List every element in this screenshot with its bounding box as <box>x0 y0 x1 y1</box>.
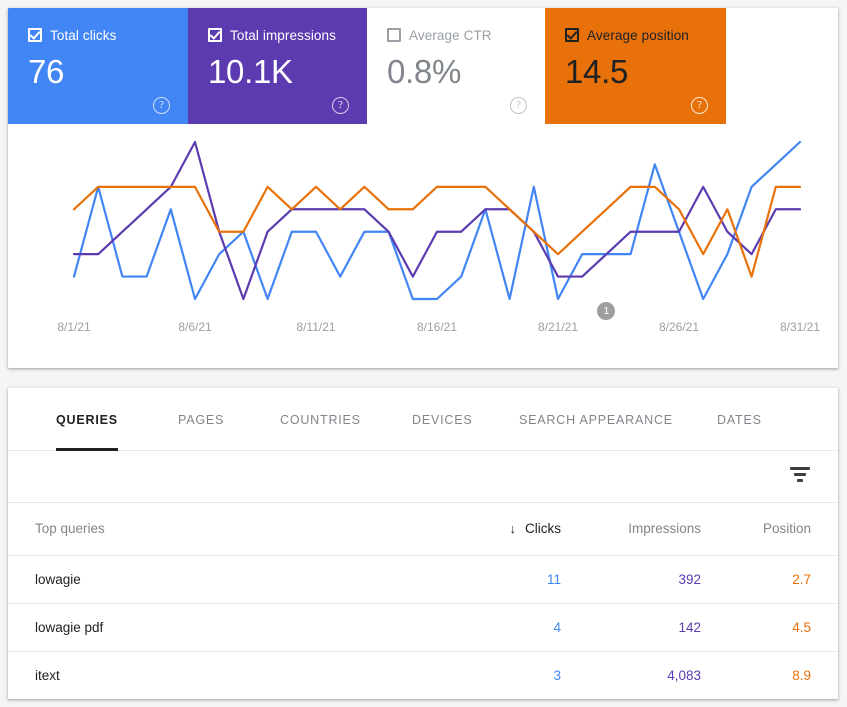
column-header-clicks-label: Clicks <box>525 521 561 537</box>
metric-card-header: Average CTR <box>387 26 529 44</box>
metric-cards-spacer <box>726 8 838 124</box>
filter-icon[interactable] <box>789 467 811 485</box>
cell-impressions: 142 <box>588 603 728 652</box>
metric-label: Total clicks <box>50 27 117 43</box>
filter-row <box>8 451 838 503</box>
metric-value: 14.5 <box>565 53 629 90</box>
help-icon[interactable]: ? <box>153 97 170 114</box>
metric-card-total-clicks[interactable]: Total clicks 76 ? <box>8 8 188 124</box>
x-tick-label: 8/31/21 <box>779 320 821 334</box>
x-tick-label: 8/16/21 <box>416 320 458 334</box>
cell-query: lowagie <box>8 555 428 604</box>
x-tick-label: 8/6/21 <box>178 320 212 334</box>
performance-report-page: Total clicks 76 ? Total impressions 10.1… <box>0 0 847 707</box>
performance-panel: Total clicks 76 ? Total impressions 10.1… <box>8 8 838 368</box>
metrics-table: Top queries ↓ Clicks Impressions Position… <box>8 503 838 699</box>
cell-impressions: 4,083 <box>667 667 701 683</box>
metric-value: 0.8% <box>387 53 462 90</box>
cell-clicks: 3 <box>553 667 561 683</box>
column-header-impressions[interactable]: Impressions <box>588 503 728 556</box>
help-icon[interactable]: ? <box>691 97 708 114</box>
cell-position: 8.9 <box>792 667 811 683</box>
table-header-row: Top queries ↓ Clicks Impressions Position <box>8 503 838 556</box>
x-tick-label: 8/21/21 <box>537 320 579 334</box>
metric-value: 76 <box>28 53 65 90</box>
tab-queries[interactable]: QUERIES <box>56 388 118 451</box>
checkbox-checked-icon[interactable] <box>208 28 222 42</box>
cell-query: lowagie pdf <box>8 603 428 652</box>
metric-cards: Total clicks 76 ? Total impressions 10.1… <box>8 8 838 124</box>
tab-dates[interactable]: DATES <box>717 388 762 451</box>
filter-bar-bottom <box>797 479 803 482</box>
dimension-tabs: QUERIES PAGES COUNTRIES DEVICES SEARCH APPEA… <box>8 388 838 451</box>
column-header-query[interactable]: Top queries <box>8 503 428 556</box>
table-body: lowagie 11 392 2.7 lowagie pdf 4 142 4.5 itext 3 4… <box>8 555 838 699</box>
chart-line-total-impressions <box>72 140 802 301</box>
filter-bar-top <box>790 467 810 470</box>
x-tick-label: 8/11/21 <box>296 320 336 334</box>
tab-devices[interactable]: DEVICES <box>412 388 472 451</box>
metric-card-average-position[interactable]: Average position 14.5 ? <box>545 8 726 124</box>
x-tick-label: 8/1/21 <box>57 320 91 334</box>
tab-search-appearance[interactable]: SEARCH APPEARANCE <box>519 388 673 451</box>
tab-countries[interactable]: COUNTRIES <box>280 388 361 451</box>
help-icon[interactable]: ? <box>510 97 527 114</box>
checkbox-checked-icon[interactable] <box>28 28 42 42</box>
filter-bar-middle <box>794 473 806 476</box>
cell-clicks: 11 <box>428 555 588 604</box>
table-row[interactable]: lowagie 11 392 2.7 <box>8 555 838 604</box>
cell-impressions: 392 <box>588 555 728 604</box>
x-tick-label: 8/26/21 <box>658 320 700 334</box>
metric-label: Total impressions <box>230 27 336 43</box>
performance-chart[interactable]: 8/1/21 8/6/21 8/11/21 8/16/21 8/21/21 8/26/21… <box>8 124 838 368</box>
chart-x-axis-labels: 8/1/21 8/6/21 8/11/21 8/16/21 8/21/21 8/26/21… <box>8 320 838 342</box>
metric-value: 10.1K <box>208 53 293 90</box>
table-head: Top queries ↓ Clicks Impressions Position <box>8 503 838 556</box>
metric-card-total-impressions[interactable]: Total impressions 10.1K ? <box>188 8 367 124</box>
metric-label: Average position <box>587 27 689 43</box>
help-icon[interactable]: ? <box>332 97 349 114</box>
column-header-position[interactable]: Position <box>728 503 838 556</box>
column-header-clicks[interactable]: ↓ Clicks <box>428 503 588 556</box>
cell-position: 4.5 <box>728 603 838 652</box>
cell-position: 2.7 <box>728 555 838 604</box>
table-row[interactable]: itext 3 4,083 8.9 <box>8 651 838 699</box>
checkbox-unchecked-icon[interactable] <box>387 28 401 42</box>
table-row[interactable]: lowagie pdf 4 142 4.5 <box>8 603 838 652</box>
metric-label: Average CTR <box>409 27 492 43</box>
cell-clicks: 4 <box>428 603 588 652</box>
metric-card-average-ctr[interactable]: Average CTR 0.8% ? <box>367 8 545 124</box>
checkbox-checked-icon[interactable] <box>565 28 579 42</box>
tab-pages[interactable]: PAGES <box>178 388 224 451</box>
sort-descending-icon: ↓ <box>509 521 517 537</box>
cell-query: itext <box>35 667 60 683</box>
dimension-table-panel: QUERIES PAGES COUNTRIES DEVICES SEARCH APPEA… <box>8 388 838 699</box>
metric-card-header: Total clicks <box>28 26 172 44</box>
metric-card-header: Total impressions <box>208 26 351 44</box>
metric-card-header: Average position <box>565 26 710 44</box>
